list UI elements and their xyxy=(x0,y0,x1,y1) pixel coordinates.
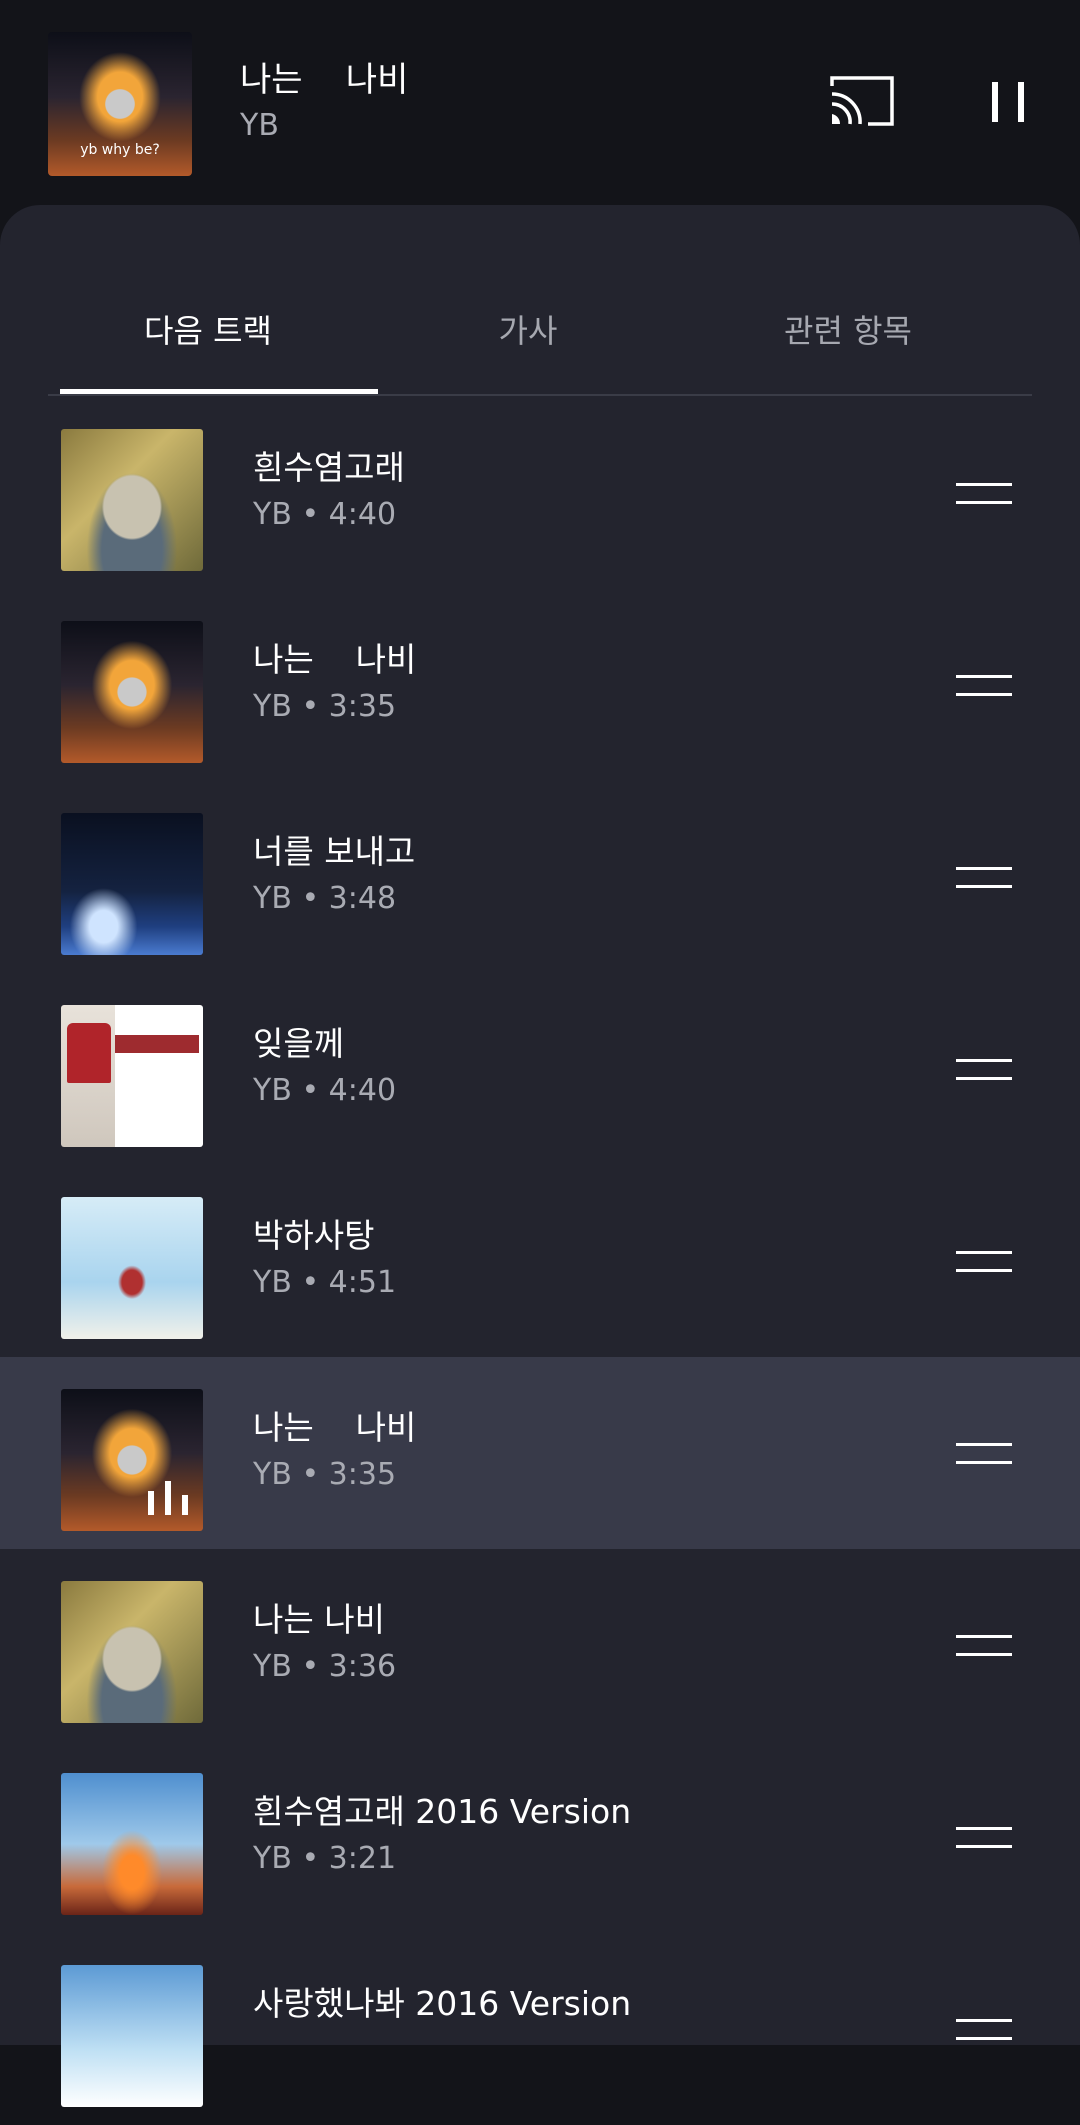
drag-handle-icon[interactable] xyxy=(956,1441,1012,1467)
queue-item[interactable]: 나는 나비 YB • 3:35 xyxy=(0,589,1080,781)
drag-handle-icon[interactable] xyxy=(956,1057,1012,1083)
track-meta: YB • 3:48 xyxy=(253,881,397,916)
track-meta: YB • 3:35 xyxy=(253,1457,397,1492)
queue-item[interactable]: 잊을께 YB • 4:40 xyxy=(0,973,1080,1165)
track-title: 박하사탕 xyxy=(253,1216,375,1255)
mini-player[interactable]: yb why be? 나는 나비 YB xyxy=(0,0,1080,210)
album-art xyxy=(61,1773,203,1915)
track-title: 너를 보내고 xyxy=(253,832,416,871)
track-meta: YB • 3:21 xyxy=(253,1841,397,1876)
drag-handle-icon[interactable] xyxy=(956,673,1012,699)
track-meta: YB • 4:40 xyxy=(253,497,397,532)
tab-related[interactable]: 관련 항목 xyxy=(688,265,1008,393)
tab-lyrics[interactable]: 가사 xyxy=(368,265,688,393)
track-meta: YB • 3:35 xyxy=(253,689,397,724)
drag-handle-icon[interactable] xyxy=(956,1633,1012,1659)
track-title: 나는 나비 xyxy=(253,1600,385,1639)
queue-item[interactable]: 나는 나비 YB • 3:36 xyxy=(0,1549,1080,1741)
album-art-caption: yb why be? xyxy=(80,142,160,158)
album-art xyxy=(61,1005,203,1147)
drag-handle-icon[interactable] xyxy=(956,1825,1012,1851)
drag-handle-icon[interactable] xyxy=(956,865,1012,891)
queue-item[interactable]: 박하사탕 YB • 4:51 xyxy=(0,1165,1080,1357)
album-art xyxy=(61,1581,203,1723)
tab-up-next[interactable]: 다음 트랙 xyxy=(48,265,368,393)
track-title: 흰수염고래 xyxy=(253,448,405,487)
track-title: 잊을께 xyxy=(253,1024,345,1063)
queue-list: 흰수염고래 YB • 4:40 나는 나비 YB • 3:35 너를 보내고 Y… xyxy=(0,397,1080,2125)
pause-button[interactable] xyxy=(978,72,1038,132)
now-playing-title: 나는 나비 xyxy=(240,60,409,100)
tab-divider xyxy=(48,394,1032,396)
queue-item[interactable]: 흰수염고래 2016 Version YB • 3:21 xyxy=(0,1741,1080,1933)
track-title: 사랑했나봐 2016 Version xyxy=(253,1984,632,2023)
queue-item-now-playing[interactable]: 나는 나비 YB • 3:35 xyxy=(0,1357,1080,1549)
tab-bar: 다음 트랙 가사 관련 항목 xyxy=(48,265,1032,397)
album-art xyxy=(61,1197,203,1339)
drag-handle-icon[interactable] xyxy=(956,481,1012,507)
drag-handle-icon[interactable] xyxy=(956,1249,1012,1275)
track-meta: YB • 4:51 xyxy=(253,1265,397,1300)
queue-item[interactable]: 사랑했나봐 2016 Version xyxy=(0,1933,1080,2125)
cast-button[interactable] xyxy=(826,72,898,132)
track-title: 나는 나비 xyxy=(253,640,417,679)
cast-icon xyxy=(830,76,894,126)
now-playing-album-art: yb why be? xyxy=(48,32,192,176)
now-playing-artist: YB xyxy=(240,108,279,143)
track-title: 나는 나비 xyxy=(253,1408,417,1447)
pause-icon xyxy=(992,82,1024,122)
album-art xyxy=(61,429,203,571)
track-meta: YB • 3:36 xyxy=(253,1649,397,1684)
drag-handle-icon[interactable] xyxy=(956,2017,1012,2043)
album-art xyxy=(61,1965,203,2107)
queue-sheet: 다음 트랙 가사 관련 항목 흰수염고래 YB • 4:40 나는 나비 YB … xyxy=(0,205,1080,2107)
queue-item[interactable]: 너를 보내고 YB • 3:48 xyxy=(0,781,1080,973)
queue-item[interactable]: 흰수염고래 YB • 4:40 xyxy=(0,397,1080,589)
album-art xyxy=(61,621,203,763)
track-title: 흰수염고래 2016 Version xyxy=(253,1792,632,1831)
track-meta: YB • 4:40 xyxy=(253,1073,397,1108)
equalizer-icon xyxy=(148,1481,188,1515)
album-art xyxy=(61,813,203,955)
